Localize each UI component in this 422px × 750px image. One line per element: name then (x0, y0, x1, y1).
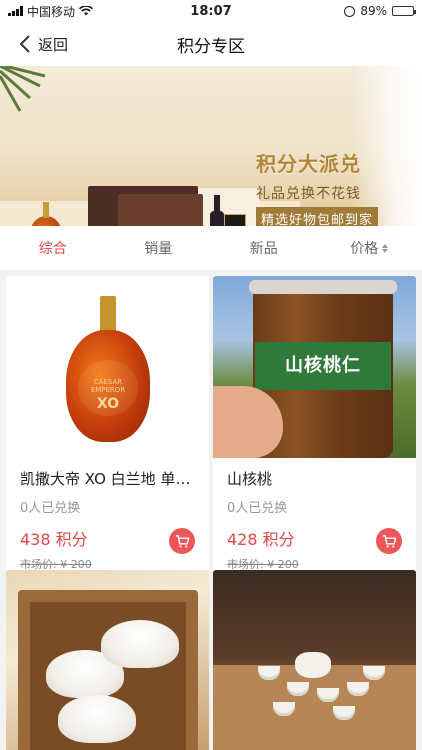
tab-label: 价格 (350, 241, 379, 257)
tab-comprehensive[interactable]: 综合 (0, 238, 106, 258)
product-card[interactable] (6, 570, 209, 750)
chevron-left-icon (19, 35, 30, 53)
wine-bottle-image (210, 195, 224, 226)
filter-tabs: 综合 销量 新品 价格 (0, 226, 422, 270)
tab-label: 新品 (249, 241, 278, 257)
tab-new[interactable]: 新品 (211, 238, 317, 258)
wifi-icon (79, 6, 93, 16)
signal-icon (8, 6, 23, 16)
rotation-lock-icon (344, 5, 356, 17)
product-card[interactable]: CAESAR EMPEROR XO 凯撒大帝 XO 白兰地 单瓶装 0人已兑换 … (6, 276, 209, 578)
banner-tag: 精选好物包邮到家 (256, 207, 379, 226)
jar-lid (249, 280, 397, 294)
banner-copy: 积分大派兑 礼品兑换不花钱 精选好物包邮到家 (256, 148, 416, 226)
jar-label: 山核桃仁 (255, 342, 391, 390)
bird-nest-piece (58, 695, 136, 743)
product-image-tea-set (213, 570, 416, 750)
product-redeemed-count: 0人已兑换 (20, 501, 81, 516)
battery-percent: 89% (360, 4, 387, 18)
bottle-brand-text: CAESAR EMPEROR (90, 378, 126, 394)
status-time: 18:07 (190, 3, 232, 19)
gift-box-image-2 (118, 194, 203, 226)
bottle-xo-text: XO (96, 396, 120, 412)
product-image-walnut: 山核桃仁 (213, 276, 416, 458)
teapot (295, 652, 331, 678)
palm-leaf-decoration (0, 66, 46, 112)
carrier-label: 中国移动 (27, 4, 76, 19)
banner-subtitle: 礼品兑换不花钱 (256, 186, 361, 202)
cart-icon (382, 534, 396, 548)
sort-icon (382, 243, 389, 253)
battery-icon (392, 6, 416, 16)
tab-label: 销量 (144, 241, 173, 257)
product-card[interactable] (213, 570, 416, 750)
product-name: 凯撒大帝 XO 白兰地 单瓶装 (20, 470, 195, 488)
brandy-bottle: CAESAR EMPEROR XO (58, 296, 158, 446)
promo-banner[interactable]: 积分大派兑 礼品兑换不花钱 精选好物包邮到家 (0, 66, 422, 226)
add-to-cart-button[interactable] (376, 528, 402, 554)
status-bar: 中国移动 18:07 89% (0, 0, 422, 22)
tab-label: 综合 (38, 241, 67, 257)
back-label: 返回 (38, 35, 69, 54)
nav-bar: 返回 积分专区 (0, 22, 422, 66)
tab-sales[interactable]: 销量 (106, 238, 212, 258)
product-image-brandy: CAESAR EMPEROR XO (6, 276, 209, 458)
add-to-cart-button[interactable] (169, 528, 195, 554)
banner-title: 积分大派兑 (256, 152, 361, 176)
product-card[interactable]: 山核桃仁 山核桃 0人已兑换 428 积分 市场价: ¥ 200 (213, 276, 416, 578)
product-name: 山核桃 (227, 470, 273, 488)
cart-icon (175, 534, 189, 548)
bird-nest-piece (101, 620, 179, 668)
product-image-bird-nest (6, 570, 209, 750)
bottle-label: CAESAR EMPEROR XO (78, 360, 138, 416)
tab-price[interactable]: 价格 (317, 238, 422, 258)
product-grid: CAESAR EMPEROR XO 凯撒大帝 XO 白兰地 单瓶装 0人已兑换 … (0, 270, 422, 750)
product-redeemed-count: 0人已兑换 (227, 501, 288, 516)
back-button[interactable]: 返回 (18, 22, 68, 66)
wine-box-image (224, 214, 246, 226)
